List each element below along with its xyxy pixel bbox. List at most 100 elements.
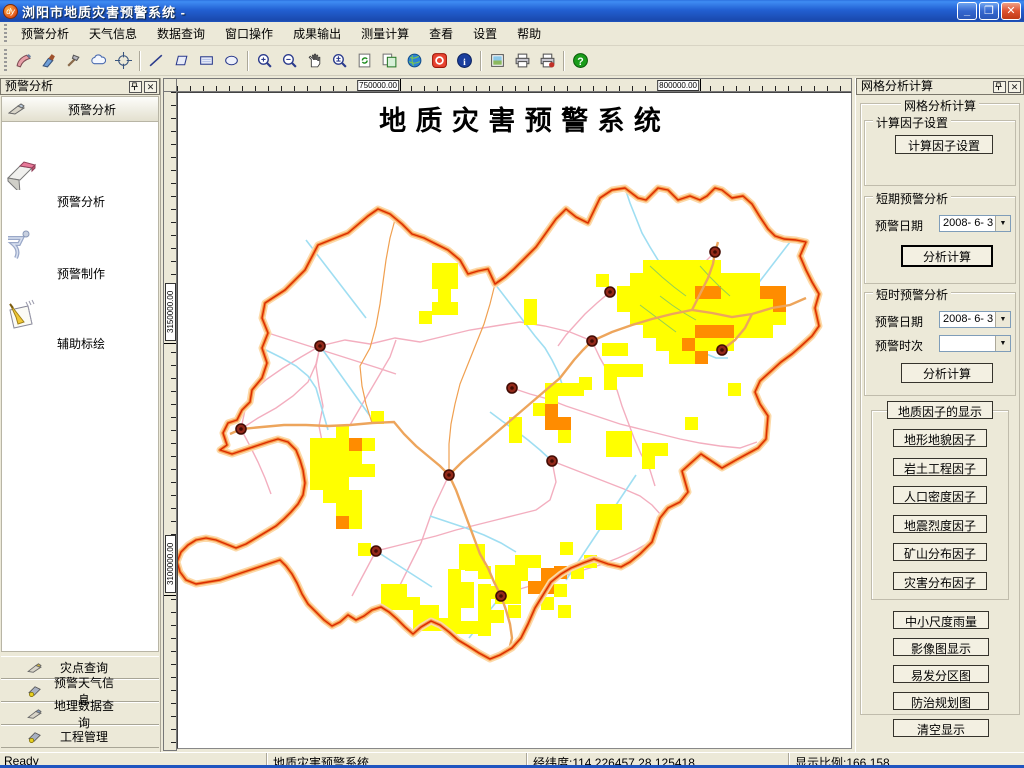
geo-factor-button[interactable]: 岩土工程因子	[893, 458, 987, 476]
close-icon[interactable]: ✕	[144, 81, 157, 93]
weather-brush-icon[interactable]	[36, 49, 61, 73]
nav-bar-project-manage[interactable]: 工程管理	[1, 725, 159, 748]
nav-bar-geodata-query[interactable]: 地理数据查询	[1, 702, 159, 725]
map-canvas[interactable]: 地 质 灾 害 预 警 系 统	[177, 92, 852, 749]
warning-analysis-icon[interactable]	[11, 49, 36, 73]
geo-factor-button[interactable]: 地形地貌因子	[893, 429, 987, 447]
geo-factors-header-button[interactable]: 地质因子的显示	[887, 401, 993, 419]
menu-item[interactable]: 成果输出	[283, 22, 351, 45]
info-icon[interactable]: i	[452, 49, 477, 73]
svg-text:i: i	[463, 57, 466, 68]
print-setup-icon[interactable]	[535, 49, 560, 73]
geo-factor-button[interactable]: 矿山分布因子	[893, 543, 987, 561]
ellipse-draw-icon[interactable]	[219, 49, 244, 73]
hammer-tool-icon[interactable]	[61, 49, 86, 73]
warning-cell-yellow	[448, 595, 461, 608]
warning-cell-yellow	[606, 431, 619, 444]
close-icon[interactable]: ✕	[1008, 81, 1021, 93]
warning-cell-yellow	[478, 584, 491, 597]
warning-cell-yellow	[461, 582, 474, 595]
warning-cell-yellow	[669, 351, 682, 364]
menu-item[interactable]: 测量计算	[351, 22, 419, 45]
chevron-down-icon[interactable]: ▼	[995, 216, 1010, 231]
town-marker	[605, 287, 615, 297]
warning-cell-yellow	[747, 299, 760, 312]
warning-cell-yellow	[310, 438, 323, 451]
restore-button[interactable]: ❐	[979, 2, 999, 20]
forecast-date-value: 2008- 6- 3	[943, 217, 993, 229]
menu-item[interactable]: 天气信息	[79, 22, 147, 45]
warning-cell-yellow	[721, 286, 734, 299]
print-icon[interactable]	[510, 49, 535, 73]
warning-cell-yellow	[682, 286, 695, 299]
menu-item[interactable]: 预警分析	[11, 22, 79, 45]
stop-icon[interactable]	[427, 49, 452, 73]
short-term-run-button[interactable]: 分析计算	[901, 245, 993, 267]
zoom-out-icon[interactable]	[277, 49, 302, 73]
vertical-ruler: 3150000.003100000.00	[163, 92, 177, 751]
menu-item[interactable]: 帮助	[507, 22, 551, 45]
warning-cell-yellow	[336, 451, 349, 464]
nowcast-run-button[interactable]: 分析计算	[901, 363, 993, 383]
map-layer-button[interactable]: 清空显示	[893, 719, 989, 737]
zoom-in-icon[interactable]	[252, 49, 277, 73]
menu-item[interactable]: 数据查询	[147, 22, 215, 45]
warning-cell-yellow	[461, 595, 474, 608]
map-layer-button[interactable]: 中小尺度雨量	[893, 611, 989, 629]
warning-cell-yellow	[432, 263, 445, 276]
warning-cell-yellow	[323, 477, 336, 490]
warning-cell-yellow	[508, 591, 521, 604]
toolbar-separator	[480, 51, 482, 71]
help-icon[interactable]: ?	[568, 49, 593, 73]
warning-cell-yellow	[630, 286, 643, 299]
nav-item-aux-plot[interactable]: 辅助标绘	[2, 298, 160, 352]
pin-icon[interactable]	[129, 81, 142, 93]
cloud-tool-icon[interactable]	[86, 49, 111, 73]
right-dock-panel: 网格分析计算 ✕ 网格分析计算 计算因子设置 计算因子设置 短期预警分析 预警日…	[855, 78, 1024, 752]
warning-cell-yellow	[721, 312, 734, 325]
geo-factor-button[interactable]: 人口密度因子	[893, 486, 987, 504]
nav-item-warning-analysis[interactable]: 预警分析	[2, 158, 160, 210]
warning-cell-yellow	[495, 565, 508, 578]
locate-tool-icon[interactable]	[111, 49, 136, 73]
minimize-button[interactable]: _	[957, 2, 977, 20]
pin-icon[interactable]	[993, 81, 1006, 93]
menu-item[interactable]: 窗口操作	[215, 22, 283, 45]
nav-item-warning-produce[interactable]: 预警制作	[2, 228, 160, 282]
nowcast-date-combo[interactable]: 2008- 6- 3 ▼	[939, 311, 1011, 328]
menu-item[interactable]: 查看	[419, 22, 463, 45]
pan-hand-icon[interactable]	[302, 49, 327, 73]
chevron-down-icon[interactable]: ▼	[995, 336, 1010, 351]
nowcast-time-combo[interactable]: ▼	[939, 335, 1011, 352]
town-marker	[236, 424, 246, 434]
globe-icon[interactable]	[402, 49, 427, 73]
refresh-view-icon[interactable]	[352, 49, 377, 73]
nav-bar-label: 工程管理	[49, 728, 119, 745]
copy-view-icon[interactable]	[377, 49, 402, 73]
forecast-date-combo[interactable]: 2008- 6- 3 ▼	[939, 215, 1011, 232]
right-panel-title: 网格分析计算 ✕	[856, 78, 1024, 95]
warning-cell-yellow	[617, 286, 630, 299]
menu-item[interactable]: 设置	[463, 22, 507, 45]
geo-factor-button[interactable]: 灾害分布因子	[893, 572, 987, 590]
nav-item-label: 辅助标绘	[2, 335, 160, 352]
toolbar-grip	[2, 49, 9, 72]
close-button[interactable]: ✕	[1001, 2, 1021, 20]
print-preview-icon[interactable]	[485, 49, 510, 73]
chevron-down-icon[interactable]: ▼	[995, 312, 1010, 327]
map-layer-button[interactable]: 易发分区图	[893, 665, 989, 683]
factor-setting-button[interactable]: 计算因子设置	[895, 135, 993, 154]
zoom-extent-icon[interactable]	[327, 49, 352, 73]
line-draw-icon[interactable]	[144, 49, 169, 73]
map-layer-button[interactable]: 影像图显示	[893, 638, 989, 656]
nav-item-label: 预警分析	[2, 193, 160, 210]
warning-cell-yellow	[358, 543, 371, 556]
warning-cell-yellow	[579, 377, 592, 390]
warning-cell-orange	[760, 286, 773, 299]
town-marker	[315, 341, 325, 351]
warning-cell-yellow	[734, 273, 747, 286]
polygon-draw-icon[interactable]	[169, 49, 194, 73]
map-layer-button[interactable]: 防治规划图	[893, 692, 989, 710]
rectangle-draw-icon[interactable]	[194, 49, 219, 73]
geo-factor-button[interactable]: 地震烈度因子	[893, 515, 987, 533]
